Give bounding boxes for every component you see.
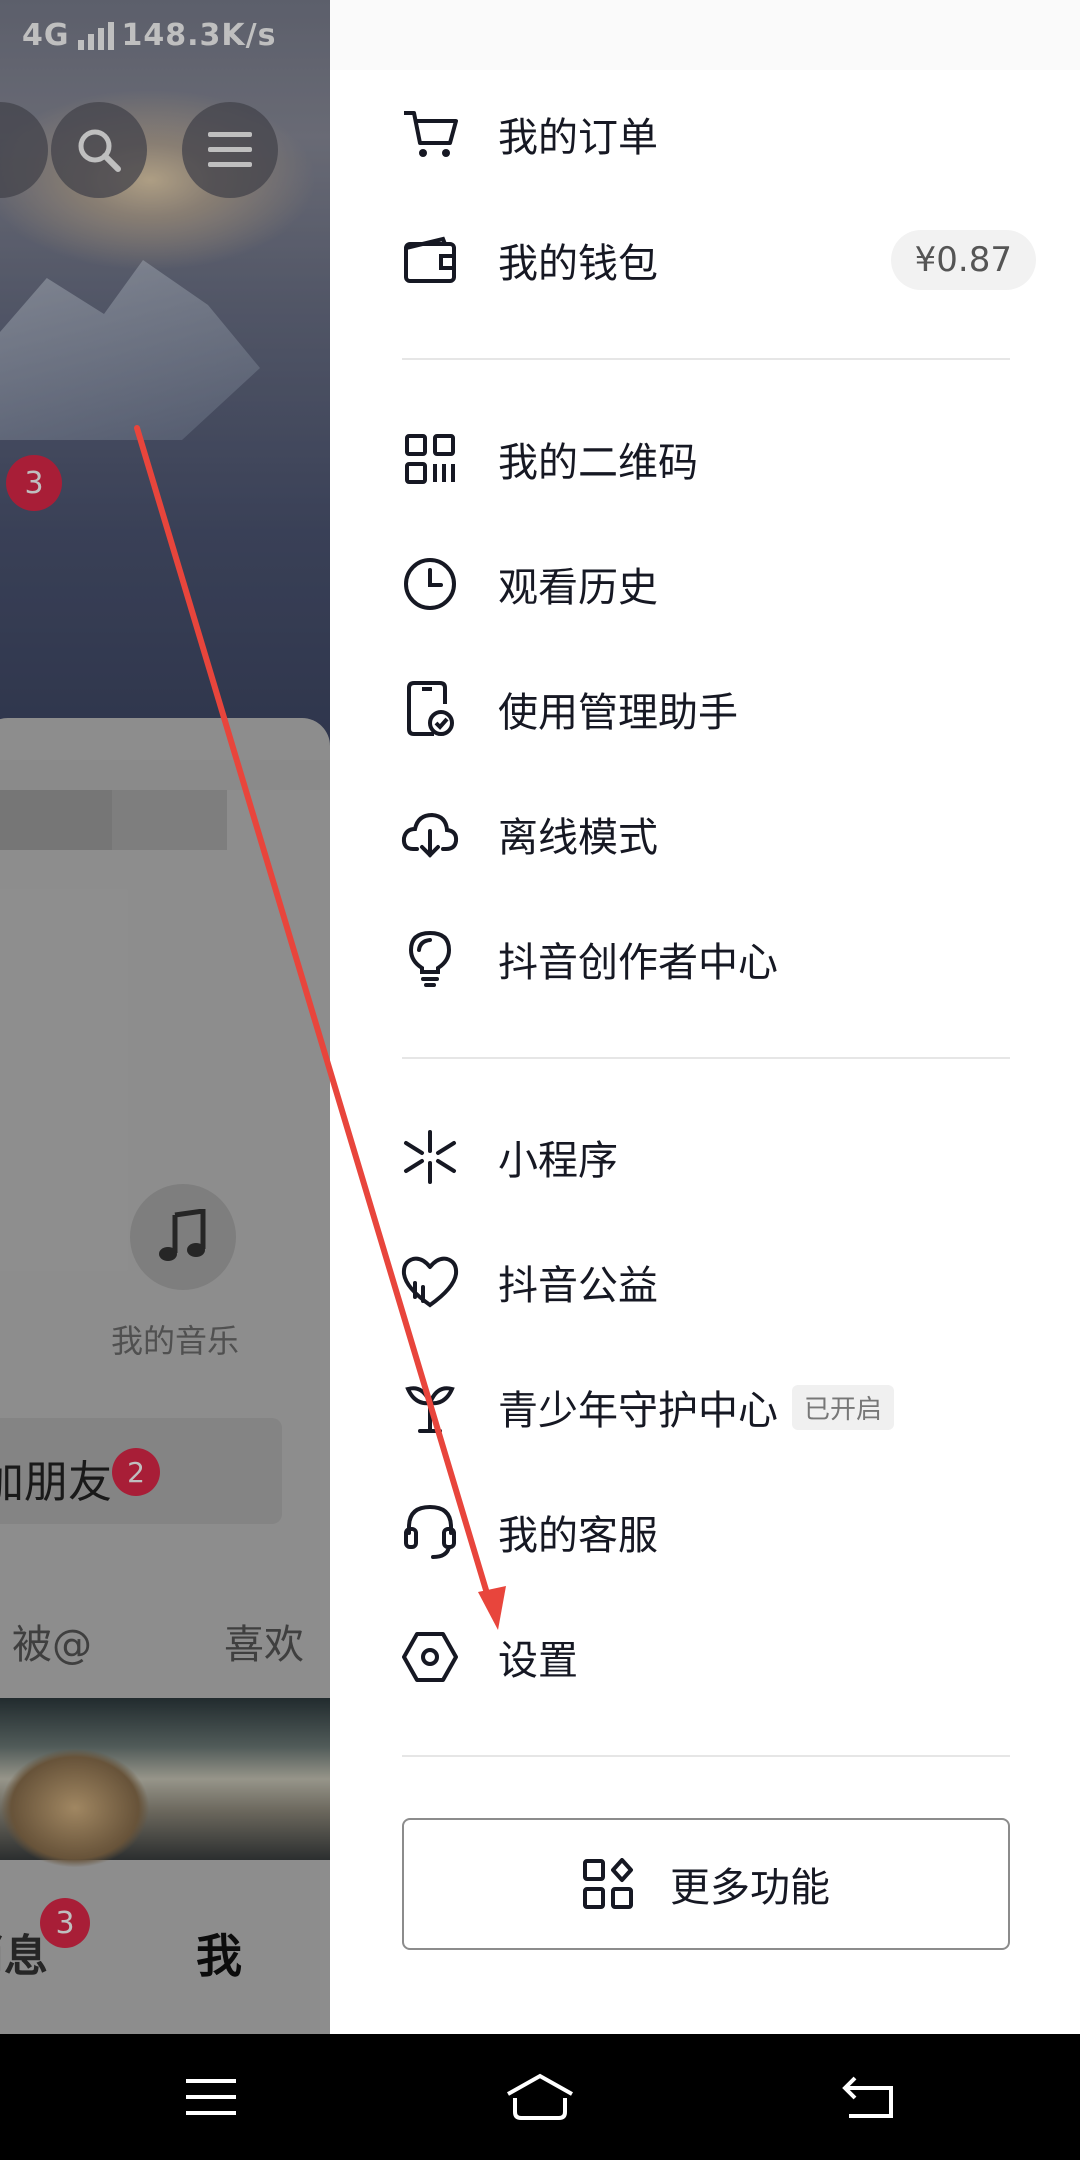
wallet-icon xyxy=(400,230,460,290)
menu-lines-icon xyxy=(186,2079,236,2115)
mini-program-icon xyxy=(400,1127,460,1187)
menu-item-qrcode[interactable]: 我的二维码 xyxy=(400,419,698,499)
menu-item-label: 抖音创作者中心 xyxy=(498,940,778,986)
lightbulb-icon xyxy=(400,929,460,989)
menu-item-history[interactable]: 观看历史 xyxy=(400,544,658,624)
menu-item-orders[interactable]: 我的订单 xyxy=(400,94,658,174)
menu-item-youth-protection[interactable]: 青少年守护中心 已开启 xyxy=(400,1367,895,1447)
home-button[interactable] xyxy=(505,2064,575,2130)
more-features-label: 更多功能 xyxy=(670,1865,830,1911)
section-divider xyxy=(402,1755,1010,1757)
menu-item-usage-manager[interactable]: 使用管理助手 xyxy=(400,669,738,749)
menu-item-offline-mode[interactable]: 离线模式 xyxy=(400,794,658,874)
menu-item-wallet[interactable]: 我的钱包 xyxy=(400,220,658,300)
menu-item-label: 抖音公益 xyxy=(498,1263,658,1309)
headset-icon xyxy=(400,1502,460,1562)
section-divider xyxy=(402,358,1010,360)
menu-item-label: 我的订单 xyxy=(498,115,658,161)
menu-item-charity[interactable]: 抖音公益 xyxy=(400,1242,658,1322)
menu-item-creator-center[interactable]: 抖音创作者中心 xyxy=(400,919,778,999)
menu-item-label: 离线模式 xyxy=(498,815,658,861)
menu-item-customer-service[interactable]: 我的客服 xyxy=(400,1492,658,1572)
menu-item-label: 小程序 xyxy=(498,1138,618,1184)
system-navigation-bar xyxy=(0,2034,1080,2160)
cart-icon xyxy=(400,104,460,164)
back-arrow-icon xyxy=(842,2076,893,2118)
menu-item-label: 设置 xyxy=(498,1638,578,1684)
cloud-download-icon xyxy=(400,804,460,864)
qrcode-icon xyxy=(400,429,460,489)
menu-item-settings[interactable]: 设置 xyxy=(400,1617,578,1697)
menu-item-label: 我的二维码 xyxy=(498,440,698,486)
recent-apps-button[interactable] xyxy=(176,2064,246,2130)
side-drawer-menu: 我的订单 我的钱包 ¥0.87 我的二维码 观看历史 使用管理助手 离线模式 抖… xyxy=(330,0,1080,2034)
more-features-button[interactable]: 更多功能 xyxy=(402,1818,1010,1950)
profile-page-background: 4G 148.3K/s 3 我的音乐 加朋友 2 被@ 喜欢 消息 3 我 xyxy=(0,0,330,2034)
home-icon xyxy=(507,2073,573,2120)
enabled-tag: 已开启 xyxy=(792,1384,895,1430)
wallet-balance: ¥0.87 xyxy=(890,230,1036,290)
heart-charity-icon xyxy=(400,1252,460,1312)
sprout-icon xyxy=(400,1377,460,1437)
phone-check-icon xyxy=(400,679,460,739)
clock-icon xyxy=(400,554,460,614)
menu-item-label: 我的客服 xyxy=(498,1513,658,1559)
settings-hexagon-icon xyxy=(400,1627,460,1687)
drawer-overlay-dim[interactable] xyxy=(0,0,330,2034)
back-nav-button[interactable] xyxy=(834,2064,904,2130)
menu-item-label: 观看历史 xyxy=(498,565,658,611)
apps-grid-icon xyxy=(583,1858,633,1909)
section-divider xyxy=(402,1057,1010,1059)
menu-item-label: 青少年守护中心 xyxy=(498,1388,778,1434)
menu-item-mini-programs[interactable]: 小程序 xyxy=(400,1117,618,1197)
menu-item-label: 使用管理助手 xyxy=(498,690,738,736)
menu-item-label: 我的钱包 xyxy=(498,241,658,287)
status-bar-right xyxy=(330,0,1080,70)
